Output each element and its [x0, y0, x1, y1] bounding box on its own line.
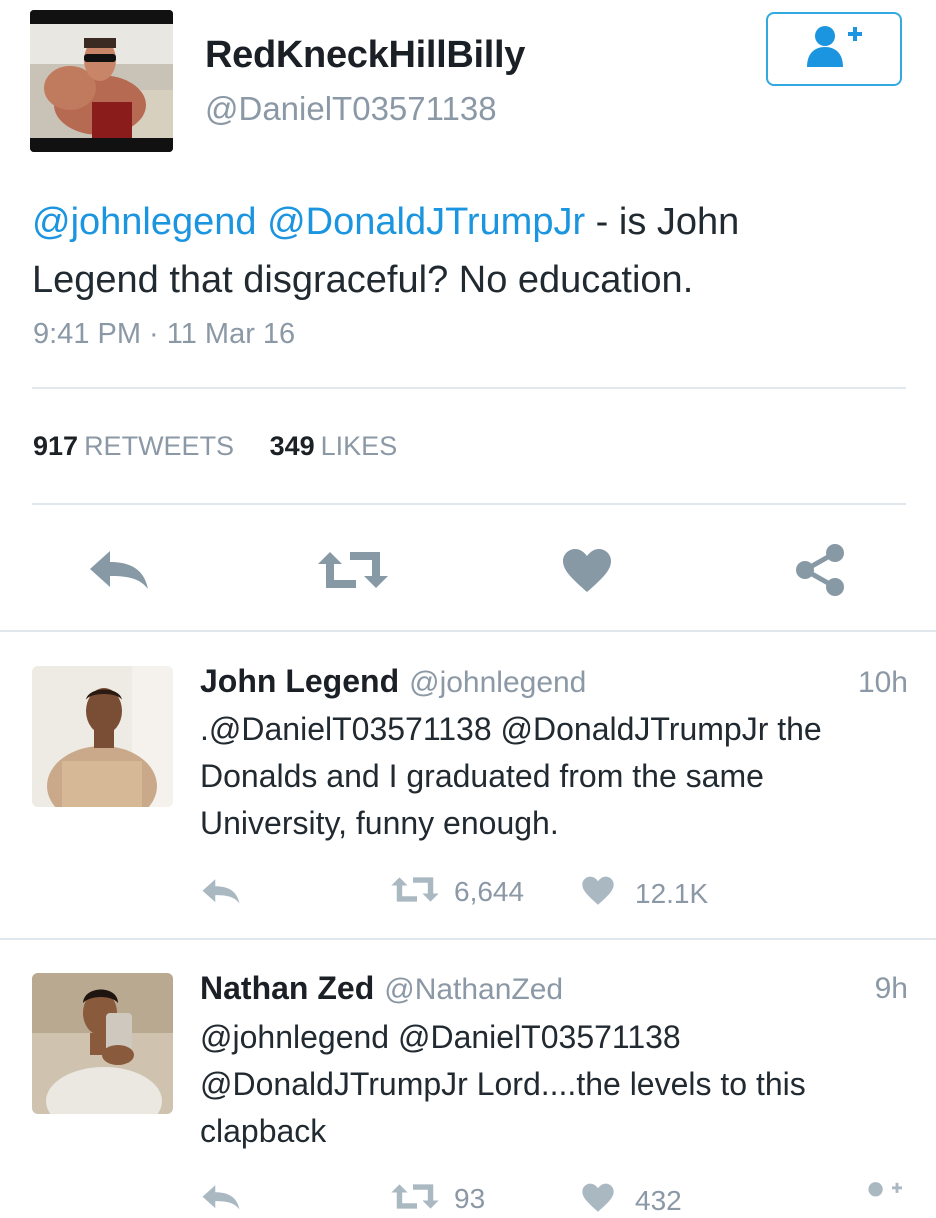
tweet-text-body: - is John [585, 201, 740, 243]
add-user-icon [858, 1182, 906, 1204]
avatar[interactable] [30, 10, 173, 152]
reply-text: .@DanielT03571138 @DonaldJTrumpJr the Do… [200, 706, 900, 847]
retweet-count: 93 [454, 1183, 486, 1214]
tweet-stats: 917 RETWEETS 349 LIKES [33, 431, 397, 462]
heart-icon [561, 549, 613, 598]
retweet-button[interactable] [316, 550, 390, 595]
mention-link[interactable]: @DonaldJTrumpJr [267, 201, 585, 243]
follow-button[interactable] [858, 1180, 906, 1205]
reply-time[interactable]: 10h [858, 666, 908, 700]
like-button[interactable]: 12.1K [581, 876, 708, 911]
reply-author-handle: @johnlegend [409, 666, 587, 699]
timestamp[interactable]: 9:41 PM · 11 Mar 16 [33, 318, 295, 351]
retweet-count: 917 [33, 431, 79, 461]
reply-text: @johnlegend @DanielT03571138 @DonaldJTru… [200, 1014, 900, 1155]
tweet-text: @johnlegend @DonaldJTrumpJr - is John Le… [32, 193, 912, 309]
retweet-label: RETWEETS [84, 431, 235, 461]
retweet-icon [390, 876, 440, 908]
screen-name[interactable]: @DanielT03571138 [205, 90, 497, 128]
avatar[interactable] [32, 666, 173, 807]
mention-link[interactable]: @johnlegend [32, 201, 257, 243]
retweet-button[interactable]: 6,644 [390, 876, 524, 908]
retweet-icon [316, 552, 390, 594]
like-count: 12.1K [635, 877, 709, 909]
like-count: 432 [635, 1184, 682, 1216]
reply-button[interactable] [88, 549, 150, 598]
reply-icon [88, 551, 150, 597]
reply-button[interactable] [201, 878, 241, 911]
reply-author-name: Nathan Zed [200, 970, 375, 1006]
divider [32, 387, 906, 389]
heart-icon [581, 1183, 615, 1218]
follow-button[interactable] [766, 12, 902, 86]
display-name[interactable]: RedKneckHillBilly [205, 34, 525, 77]
divider [0, 630, 936, 632]
share-icon [793, 544, 847, 601]
reply-text-line: @DonaldJTrumpJr Lord....the levels to th… [200, 1066, 806, 1102]
retweets-stat[interactable]: 917 RETWEETS [33, 431, 242, 461]
reply-author-name: John Legend [200, 663, 400, 699]
like-count: 349 [269, 431, 315, 461]
retweet-button[interactable]: 93 [390, 1183, 485, 1215]
divider [32, 503, 906, 505]
reply-text-line: @johnlegend @DanielT03571138 [200, 1019, 681, 1055]
retweet-count: 6,644 [454, 876, 525, 907]
tweet-text-body: Legend that disgraceful? No education. [32, 259, 694, 301]
retweet-icon [390, 1183, 440, 1215]
avatar[interactable] [32, 973, 173, 1114]
reply-author-handle: @NathanZed [384, 973, 564, 1006]
like-button[interactable]: 432 [581, 1183, 682, 1218]
reply-text-line: Donalds and I graduated from the same [200, 758, 764, 794]
like-label: LIKES [320, 431, 398, 461]
reply-text-line: .@DanielT03571138 @DonaldJTrumpJr the [200, 711, 822, 747]
reply-author[interactable]: John Legend @johnlegend [200, 663, 586, 700]
reply-time[interactable]: 9h [875, 972, 908, 1006]
likes-stat[interactable]: 349 LIKES [270, 431, 398, 461]
reply-icon [201, 879, 241, 910]
reply-button[interactable] [201, 1184, 241, 1217]
divider [0, 938, 936, 940]
reply-text-line: University, funny enough. [200, 805, 559, 841]
like-button[interactable] [561, 548, 613, 599]
reply-author[interactable]: Nathan Zed @NathanZed [200, 970, 563, 1007]
share-button[interactable] [793, 543, 847, 602]
add-user-icon [801, 23, 867, 76]
reply-icon [201, 1185, 241, 1216]
heart-icon [581, 876, 615, 911]
reply-text-line: clapback [200, 1113, 327, 1149]
